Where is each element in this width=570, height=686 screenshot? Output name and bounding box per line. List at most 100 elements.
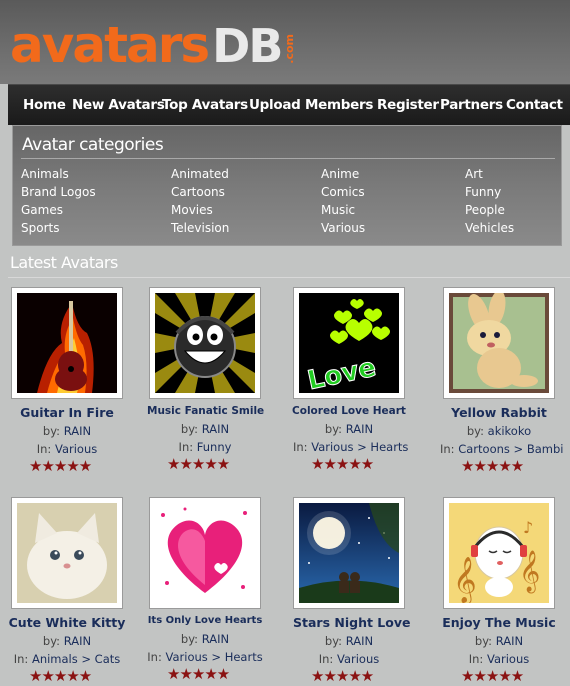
avatar-author: by: RAIN xyxy=(149,422,261,436)
rating-stars: ★★★★★ xyxy=(167,665,230,683)
category-link[interactable]: Animals xyxy=(21,167,69,181)
avatar-author: by: akikoko xyxy=(443,424,555,438)
rating-stars: ★★★★★ xyxy=(167,455,230,473)
category-link[interactable]: Games xyxy=(21,203,63,217)
avatar-name[interactable]: Colored Love Heart xyxy=(291,405,407,417)
in-label: In: xyxy=(318,652,334,666)
music-character-image: 𝄞 𝄞 ♪ xyxy=(449,503,549,603)
avatar-thumbnail-cute-white-kitty[interactable] xyxy=(11,497,123,609)
author-link[interactable]: akikoko xyxy=(488,424,531,438)
in-label: In: xyxy=(440,442,455,456)
avatar-name[interactable]: Stars Night Love xyxy=(293,615,410,630)
avatar-category: In: Animals > Cats xyxy=(8,652,126,666)
kitty-image xyxy=(17,503,117,603)
in-label: In: xyxy=(147,650,162,664)
divider xyxy=(21,158,555,159)
author-link[interactable]: RAIN xyxy=(346,634,373,648)
nav-register[interactable]: Register xyxy=(377,97,439,113)
category-link[interactable]: Cartoons > Bambi xyxy=(458,442,563,456)
category-link[interactable]: Various xyxy=(321,221,365,235)
latest-avatars-title: Latest Avatars xyxy=(10,253,118,272)
category-link[interactable]: Various > Hearts xyxy=(166,650,263,664)
site-logo[interactable]: avatars DB .com xyxy=(10,14,296,70)
svg-text:𝄞: 𝄞 xyxy=(453,557,477,603)
category-link[interactable]: Various xyxy=(487,652,529,666)
nav-new-avatars[interactable]: New Avatars xyxy=(72,97,165,113)
categories-title: Avatar categories xyxy=(22,135,164,155)
category-link[interactable]: Cartoons xyxy=(171,185,225,199)
author-link[interactable]: RAIN xyxy=(202,422,229,436)
avatar-author: by: RAIN xyxy=(149,632,261,646)
rating-stars: ★★★★★ xyxy=(29,457,92,475)
category-link[interactable]: Animated xyxy=(171,167,229,181)
avatar-category: In: Various xyxy=(11,442,123,456)
category-link[interactable]: Funny xyxy=(465,185,501,199)
avatar-name[interactable]: Its Only Love Hearts xyxy=(145,615,265,626)
in-label: In: xyxy=(293,440,308,454)
by-label: by: xyxy=(42,634,61,648)
avatar-thumbnail-colored-love-heart[interactable]: Love xyxy=(293,287,405,399)
avatar-author: by: RAIN xyxy=(443,634,555,648)
avatar-thumbnail-enjoy-the-music[interactable]: 𝄞 𝄞 ♪ xyxy=(443,497,555,609)
category-link[interactable]: Television xyxy=(171,221,229,235)
by-label: by: xyxy=(466,424,484,438)
category-link[interactable]: Funny xyxy=(197,440,232,454)
divider xyxy=(8,277,570,278)
nav-contact[interactable]: Contact xyxy=(506,97,563,113)
category-link[interactable]: Art xyxy=(465,167,483,181)
category-link[interactable]: Vehicles xyxy=(465,221,514,235)
author-link[interactable]: RAIN xyxy=(346,422,373,436)
avatar-author: by: RAIN xyxy=(11,634,123,648)
category-link[interactable]: Comics xyxy=(321,185,365,199)
love-heart-image: Love xyxy=(299,293,399,393)
category-link[interactable]: Various xyxy=(55,442,97,456)
avatar-name[interactable]: Yellow Rabbit xyxy=(443,405,555,420)
avatar-thumbnail-music-fanatic-smile[interactable] xyxy=(149,287,261,399)
avatar-author: by: RAIN xyxy=(11,424,123,438)
logo-db: DB xyxy=(212,19,283,73)
by-label: by: xyxy=(324,422,343,436)
nav-members[interactable]: Members xyxy=(305,97,373,113)
category-link[interactable]: Anime xyxy=(321,167,359,181)
category-link[interactable]: Various > Hearts xyxy=(311,440,408,454)
main-nav: Home New Avatars Top Avatars Upload Memb… xyxy=(8,84,570,125)
avatar-name[interactable]: Guitar In Fire xyxy=(11,405,123,420)
author-link[interactable]: RAIN xyxy=(64,424,91,438)
avatar-name[interactable]: Enjoy The Music xyxy=(440,615,558,630)
nav-home[interactable]: Home xyxy=(23,97,66,113)
by-label: by: xyxy=(474,634,493,648)
night-sky-image xyxy=(299,503,399,603)
avatar-thumbnail-guitar-in-fire[interactable] xyxy=(11,287,123,399)
logo-wordmark: avatars xyxy=(10,16,210,74)
avatar-category: In: Various xyxy=(443,652,555,666)
author-link[interactable]: RAIN xyxy=(496,634,523,648)
category-link[interactable]: Brand Logos xyxy=(21,185,96,199)
category-link[interactable]: Movies xyxy=(171,203,213,217)
category-link[interactable]: Music xyxy=(321,203,355,217)
nav-top-avatars[interactable]: Top Avatars xyxy=(162,97,248,113)
in-label: In: xyxy=(468,652,484,666)
avatar-thumbnail-its-only-love-hearts[interactable] xyxy=(149,497,261,609)
avatar-category: In: Funny xyxy=(149,440,261,454)
avatar-name[interactable]: Cute White Kitty xyxy=(8,615,126,630)
category-link[interactable]: Sports xyxy=(21,221,59,235)
category-link[interactable]: Various xyxy=(337,652,379,666)
avatar-author: by: RAIN xyxy=(293,634,405,648)
category-link[interactable]: People xyxy=(465,203,505,217)
in-label: In: xyxy=(36,442,52,456)
avatar-thumbnail-stars-night-love[interactable] xyxy=(293,497,405,609)
pink-heart-image xyxy=(155,503,255,603)
rating-stars: ★★★★★ xyxy=(461,667,524,685)
avatar-thumbnail-yellow-rabbit[interactable] xyxy=(443,287,555,399)
avatar-category: In: Cartoons > Bambi xyxy=(440,442,563,456)
category-link[interactable]: Animals > Cats xyxy=(32,652,120,666)
author-link[interactable]: RAIN xyxy=(64,634,91,648)
author-link[interactable]: RAIN xyxy=(202,632,229,646)
by-label: by: xyxy=(42,424,61,438)
avatar-name[interactable]: Music Fanatic Smile xyxy=(147,405,264,417)
avatar-category: In: Various > Hearts xyxy=(293,440,408,454)
nav-partners[interactable]: Partners xyxy=(440,97,503,113)
rating-stars: ★★★★★ xyxy=(311,455,374,473)
svg-text:♪: ♪ xyxy=(523,518,533,537)
nav-upload[interactable]: Upload xyxy=(249,97,301,113)
